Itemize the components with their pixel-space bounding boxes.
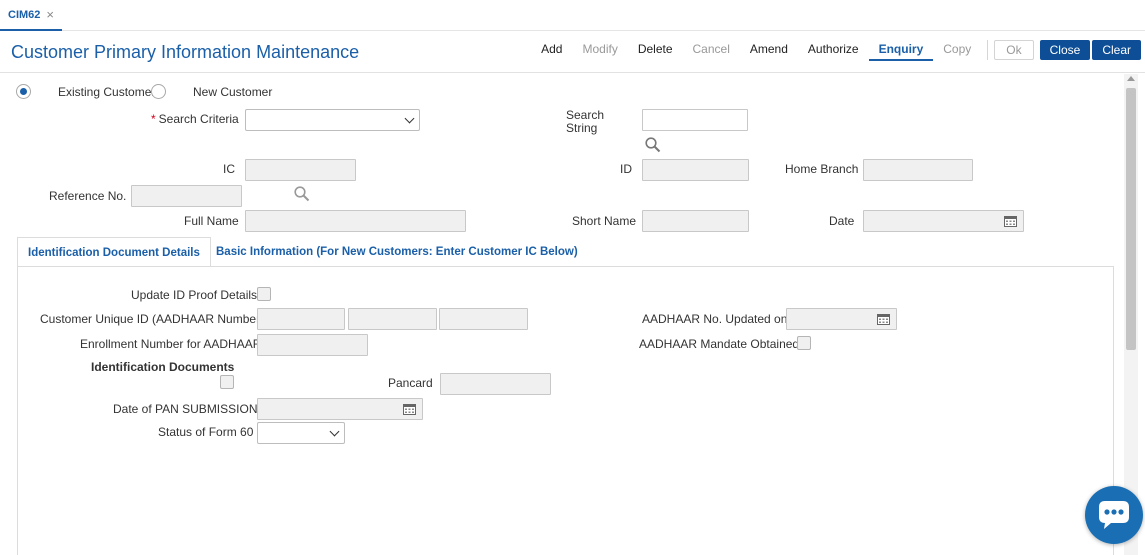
chevron-down-icon	[404, 113, 415, 124]
modify-button[interactable]: Modify	[572, 39, 627, 61]
enrollment-number-label: Enrollment Number for AADHAAR	[80, 337, 262, 351]
search-string-input[interactable]	[642, 109, 748, 131]
home-branch-label: Home Branch	[785, 162, 859, 176]
status-form60-select[interactable]	[257, 422, 345, 444]
aadhaar-updated-on-label: AADHAAR No. Updated on	[642, 312, 788, 326]
cancel-button[interactable]: Cancel	[683, 39, 740, 61]
calendar-icon[interactable]	[877, 313, 890, 325]
pancard-input[interactable]	[440, 373, 551, 395]
ic-input[interactable]	[245, 159, 356, 181]
enquiry-button[interactable]: Enquiry	[868, 39, 934, 61]
date-label: Date	[829, 214, 855, 228]
customer-unique-id-label: Customer Unique ID (AADHAAR Number)	[40, 312, 265, 326]
chat-bubble-icon	[1099, 501, 1129, 529]
enrollment-number-input[interactable]	[257, 334, 368, 356]
identification-documents-heading: Identification Documents	[91, 360, 235, 374]
calendar-icon[interactable]	[403, 403, 416, 415]
aadhaar-mandate-checkbox[interactable]	[797, 336, 811, 350]
search-criteria-text: Search Criteria	[158, 112, 239, 126]
identification-documents-checkbox[interactable]	[220, 375, 234, 389]
aadhaar-part-1-input[interactable]	[257, 308, 345, 330]
delete-button[interactable]: Delete	[628, 39, 683, 61]
detail-tabs: Identification Document Details Basic In…	[17, 237, 1114, 267]
authorize-button[interactable]: Authorize	[798, 39, 869, 61]
scrollbar-thumb[interactable]	[1126, 88, 1136, 350]
full-name-input[interactable]	[245, 210, 466, 232]
id-input[interactable]	[642, 159, 749, 181]
calendar-icon[interactable]	[1004, 215, 1017, 227]
copy-button[interactable]: Copy	[933, 39, 981, 61]
document-tabstrip: CIM62 ×	[0, 0, 1145, 31]
vertical-scrollbar[interactable]	[1124, 74, 1138, 555]
existing-customer-label: Existing Customer	[58, 85, 156, 99]
ic-label: IC	[223, 162, 235, 176]
id-label: ID	[620, 162, 632, 176]
search-string-label: Search String	[566, 108, 605, 135]
search-criteria-select[interactable]	[245, 109, 420, 131]
date-input[interactable]	[863, 210, 1024, 232]
title-bar: Customer Primary Information Maintenance…	[0, 31, 1145, 73]
update-id-proof-checkbox[interactable]	[257, 287, 271, 301]
clear-button[interactable]: Clear	[1092, 40, 1141, 60]
aadhaar-part-3-input[interactable]	[439, 308, 528, 330]
page-title: Customer Primary Information Maintenance	[11, 42, 360, 62]
document-tab-label: CIM62	[8, 8, 41, 21]
toolbar-divider	[987, 40, 989, 60]
tab-identification-document-details[interactable]: Identification Document Details	[17, 237, 211, 267]
document-tab-cim62[interactable]: CIM62 ×	[0, 0, 62, 31]
aadhaar-part-2-input[interactable]	[348, 308, 437, 330]
home-branch-input[interactable]	[863, 159, 973, 181]
aadhaar-mandate-label: AADHAAR Mandate Obtained	[639, 337, 800, 351]
close-icon[interactable]: ×	[46, 8, 54, 21]
full-name-label: Full Name	[184, 214, 239, 228]
close-button[interactable]: Close	[1039, 40, 1091, 60]
main-content: Existing Customer New Customer * Search C…	[0, 74, 1123, 555]
amend-button[interactable]: Amend	[740, 39, 798, 61]
search-criteria-label: * Search Criteria	[151, 112, 239, 126]
search-icon[interactable]	[644, 136, 662, 154]
scroll-up-icon[interactable]	[1127, 76, 1135, 81]
short-name-input[interactable]	[642, 210, 749, 232]
pancard-label: Pancard	[388, 376, 433, 390]
aadhaar-updated-on-input[interactable]	[786, 308, 897, 330]
status-form60-label: Status of Form 60	[158, 425, 254, 439]
ok-button[interactable]: Ok	[994, 40, 1034, 60]
short-name-label: Short Name	[572, 214, 637, 228]
chat-assistant-button[interactable]	[1085, 486, 1143, 544]
chevron-down-icon	[329, 426, 340, 437]
date-pan-submission-input[interactable]	[257, 398, 423, 420]
new-customer-radio[interactable]	[151, 84, 166, 99]
date-pan-submission-label: Date of PAN SUBMISSION	[113, 402, 258, 416]
existing-customer-radio[interactable]	[16, 84, 31, 99]
tab-basic-information[interactable]: Basic Information (For New Customers: En…	[206, 237, 588, 267]
action-toolbar: Add Modify Delete Cancel Amend Authorize…	[531, 39, 1141, 61]
update-id-proof-label: Update ID Proof Details	[131, 288, 258, 302]
add-button[interactable]: Add	[531, 39, 572, 61]
search-icon[interactable]	[293, 185, 311, 203]
new-customer-label: New Customer	[193, 85, 273, 99]
reference-no-input[interactable]	[131, 185, 242, 207]
required-asterisk: *	[151, 112, 156, 126]
reference-no-label: Reference No.	[49, 189, 127, 203]
